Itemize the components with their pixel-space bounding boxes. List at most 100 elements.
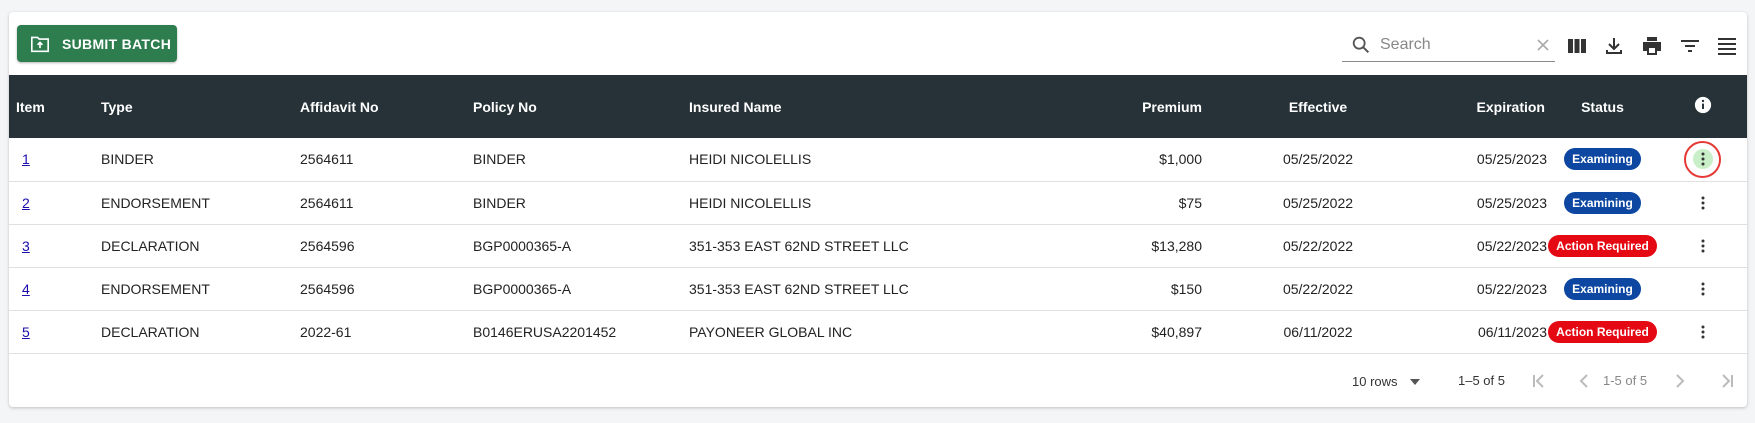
item-link[interactable]: 4 — [22, 281, 30, 297]
submit-batch-button[interactable]: SUBMIT BATCH — [17, 25, 177, 62]
last-page-icon — [1722, 374, 1733, 388]
toolbar: SUBMIT BATCH — [9, 12, 1747, 75]
batch-table: Item Type Affidavit No Policy No Insured… — [9, 75, 1747, 354]
cell-affidavit: 2564611 — [300, 138, 473, 182]
cell-expiration: 05/22/2023 — [1374, 267, 1547, 311]
cell-policy: BGP0000365-A — [473, 224, 689, 268]
search-box — [1342, 29, 1555, 62]
cell-expiration: 05/25/2023 — [1374, 181, 1547, 225]
cell-type: DECLARATION — [101, 310, 300, 354]
submit-batch-label: SUBMIT BATCH — [62, 35, 172, 52]
chevron-left-icon — [1579, 374, 1588, 388]
clear-search-icon[interactable] — [1536, 38, 1550, 52]
download-icon[interactable] — [1601, 33, 1627, 59]
cell-expiration: 06/11/2023 — [1374, 310, 1547, 354]
cell-policy: BINDER — [473, 181, 689, 225]
cell-effective: 06/11/2022 — [1202, 310, 1374, 354]
cell-effective: 05/25/2022 — [1202, 181, 1374, 225]
col-header-affidavit[interactable]: Affidavit No — [300, 75, 473, 138]
row-actions-button[interactable] — [1684, 140, 1721, 178]
cell-insured: 351-353 EAST 62ND STREET LLC — [689, 224, 1012, 268]
cell-insured: HEIDI NICOLELLIS — [689, 181, 1012, 225]
status-badge: Examining — [1564, 191, 1641, 214]
cell-premium: $13,280 — [1012, 224, 1202, 268]
table-row: 3 DECLARATION 2564596 BGP0000365-A 351-3… — [9, 224, 1747, 268]
item-link[interactable]: 3 — [22, 238, 30, 254]
cell-type: BINDER — [101, 138, 300, 182]
cell-effective: 05/25/2022 — [1202, 138, 1374, 182]
cell-insured: 351-353 EAST 62ND STREET LLC — [689, 267, 1012, 311]
col-header-insured[interactable]: Insured Name — [689, 75, 1012, 138]
cell-affidavit: 2564596 — [300, 224, 473, 268]
cell-insured: HEIDI NICOLELLIS — [689, 138, 1012, 182]
item-link[interactable]: 5 — [22, 324, 30, 340]
cell-affidavit: 2564596 — [300, 267, 473, 311]
search-input[interactable] — [1380, 36, 1530, 54]
page-range-label: 1–5 of 5 — [1458, 373, 1505, 388]
cell-effective: 05/22/2022 — [1202, 267, 1374, 311]
cell-premium: $150 — [1012, 267, 1202, 311]
table-header-row: Item Type Affidavit No Policy No Insured… — [9, 75, 1747, 138]
prev-page-button[interactable] — [1572, 369, 1596, 393]
cell-effective: 05/22/2022 — [1202, 224, 1374, 268]
cell-affidavit: 2564611 — [300, 181, 473, 225]
cell-insured: PAYONEER GLOBAL INC — [689, 310, 1012, 354]
cell-policy: BINDER — [473, 138, 689, 182]
pagination-footer: 10 rows 1–5 of 5 1-5 of 5 — [9, 355, 1747, 407]
cell-type: DECLARATION — [101, 224, 300, 268]
first-page-button[interactable] — [1527, 369, 1551, 393]
col-header-info[interactable] — [1658, 75, 1747, 138]
status-badge: Examining — [1564, 277, 1641, 300]
col-header-type[interactable]: Type — [101, 75, 300, 138]
item-link[interactable]: 1 — [22, 151, 30, 167]
cell-type: ENDORSEMENT — [101, 267, 300, 311]
chevron-right-icon — [1676, 374, 1685, 388]
view-columns-icon[interactable] — [1564, 33, 1590, 59]
row-actions-button[interactable] — [1691, 277, 1715, 301]
col-header-effective[interactable]: Effective — [1202, 75, 1374, 138]
item-link[interactable]: 2 — [22, 195, 30, 211]
col-header-item[interactable]: Item — [9, 75, 101, 138]
row-actions-button[interactable] — [1691, 320, 1715, 344]
cell-type: ENDORSEMENT — [101, 181, 300, 225]
print-icon[interactable] — [1639, 33, 1665, 59]
first-page-icon — [1533, 374, 1544, 388]
more-vert-icon — [1701, 282, 1704, 295]
cell-policy: B0146ERUSA2201452 — [473, 310, 689, 354]
cell-expiration: 05/22/2023 — [1374, 224, 1547, 268]
rows-per-page-select[interactable]: 10 rows — [1352, 374, 1422, 389]
cell-premium: $40,897 — [1012, 310, 1202, 354]
table-row: 2 ENDORSEMENT 2564611 BINDER HEIDI NICOL… — [9, 181, 1747, 225]
col-header-policy[interactable]: Policy No — [473, 75, 689, 138]
batch-table-card: SUBMIT BATCH Search Item Type Affidavit … — [9, 12, 1747, 407]
cell-affidavit: 2022-61 — [300, 310, 473, 354]
col-header-expiration[interactable]: Expiration — [1374, 75, 1547, 138]
cell-expiration: 05/25/2023 — [1374, 138, 1547, 182]
last-page-button[interactable] — [1715, 369, 1739, 393]
search-icon — [1352, 36, 1370, 54]
cell-premium: $1,000 — [1012, 138, 1202, 182]
status-badge: Action Required — [1548, 234, 1657, 257]
next-page-button[interactable] — [1668, 369, 1692, 393]
folder-upload-icon — [30, 36, 49, 52]
status-badge: Action Required — [1548, 320, 1657, 343]
more-vert-icon — [1701, 196, 1704, 209]
cell-premium: $75 — [1012, 181, 1202, 225]
row-actions-button[interactable] — [1691, 234, 1715, 258]
rows-per-page-value: 10 rows — [1352, 374, 1398, 389]
dropdown-arrow-icon — [1409, 378, 1420, 385]
table-row: 1 BINDER 2564611 BINDER HEIDI NICOLELLIS… — [9, 138, 1747, 182]
page-range-label-secondary: 1-5 of 5 — [1603, 373, 1648, 388]
filter-icon[interactable] — [1677, 33, 1703, 59]
density-icon[interactable] — [1714, 33, 1740, 59]
status-badge: Examining — [1564, 148, 1641, 171]
col-header-status[interactable]: Status — [1547, 75, 1658, 138]
col-header-premium[interactable]: Premium — [1012, 75, 1202, 138]
table-row: 4 ENDORSEMENT 2564596 BGP0000365-A 351-3… — [9, 267, 1747, 311]
table-row: 5 DECLARATION 2022-61 B0146ERUSA2201452 … — [9, 310, 1747, 354]
row-actions-button[interactable] — [1691, 191, 1715, 215]
more-vert-icon — [1701, 152, 1704, 166]
cell-policy: BGP0000365-A — [473, 267, 689, 311]
info-icon — [1694, 96, 1711, 114]
more-vert-icon — [1701, 239, 1704, 252]
